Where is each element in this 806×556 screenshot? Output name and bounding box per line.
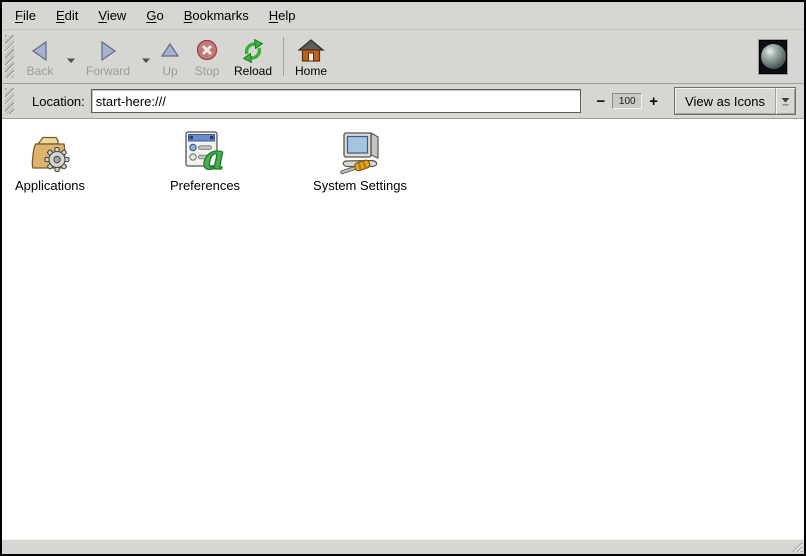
icon-item-system-settings[interactable]: System Settings [300, 128, 420, 193]
toolbar-drag-handle[interactable] [5, 35, 14, 78]
reload-button[interactable]: Reload [227, 31, 279, 82]
throbber-button[interactable] [758, 39, 788, 75]
home-button[interactable]: Home [288, 31, 334, 82]
up-icon [156, 37, 184, 64]
forward-button[interactable]: Forward [78, 31, 138, 82]
throbber-globe-icon [761, 44, 786, 69]
stop-label: Stop [195, 64, 220, 78]
forward-icon [94, 37, 122, 64]
dropdown-arrow-icon [775, 88, 795, 114]
back-history-dropdown[interactable] [63, 31, 78, 82]
menu-help[interactable]: Help [259, 4, 306, 27]
menu-edit[interactable]: Edit [46, 4, 88, 27]
file-manager-window: File Edit View Go Bookmarks Help Back Fo… [0, 0, 806, 556]
up-label: Up [162, 64, 177, 78]
home-label: Home [295, 64, 327, 78]
back-label: Back [27, 64, 54, 78]
toolbar-separator [283, 37, 284, 76]
menu-bookmarks[interactable]: Bookmarks [174, 4, 259, 27]
menu-go[interactable]: Go [136, 4, 173, 27]
location-label: Location: [32, 94, 85, 109]
chevron-down-icon [66, 51, 76, 69]
preferences-icon: a [181, 128, 229, 176]
applications-folder-icon [26, 128, 74, 176]
back-icon [26, 37, 54, 64]
stop-button[interactable]: Stop [187, 31, 227, 82]
back-button[interactable]: Back [17, 31, 63, 82]
system-settings-icon [336, 128, 384, 176]
zoom-level-indicator: 100 [612, 93, 642, 109]
reload-label: Reload [234, 64, 272, 78]
icon-item-applications[interactable]: Applications [2, 128, 110, 193]
resize-grip[interactable] [789, 539, 803, 556]
icon-item-label: Applications [15, 178, 85, 193]
status-bar [2, 539, 804, 554]
chevron-down-icon [141, 51, 151, 69]
location-input[interactable] [91, 89, 581, 113]
up-button[interactable]: Up [153, 31, 187, 82]
view-mode-label: View as Icons [675, 88, 775, 114]
location-bar: Location: − 100 + View as Icons [2, 84, 804, 119]
forward-history-dropdown[interactable] [138, 31, 153, 82]
menu-view[interactable]: View [88, 4, 136, 27]
icon-view: Applications a Preferences [2, 119, 804, 539]
zoom-out-button[interactable]: − [593, 94, 610, 109]
home-icon [297, 37, 325, 64]
icon-item-label: Preferences [170, 178, 240, 193]
view-mode-dropdown[interactable]: View as Icons [674, 87, 796, 115]
locationbar-drag-handle[interactable] [5, 88, 14, 114]
icon-item-label: System Settings [313, 178, 407, 193]
reload-icon [239, 37, 267, 64]
forward-label: Forward [86, 64, 130, 78]
icon-item-preferences[interactable]: a Preferences [145, 128, 265, 193]
zoom-in-button[interactable]: + [645, 94, 662, 109]
menu-file[interactable]: File [5, 4, 46, 27]
preferences-a-glyph: a [203, 138, 225, 176]
stop-icon [193, 37, 221, 64]
toolbar: Back Forward Up [2, 30, 804, 84]
menu-bar: File Edit View Go Bookmarks Help [2, 2, 804, 30]
